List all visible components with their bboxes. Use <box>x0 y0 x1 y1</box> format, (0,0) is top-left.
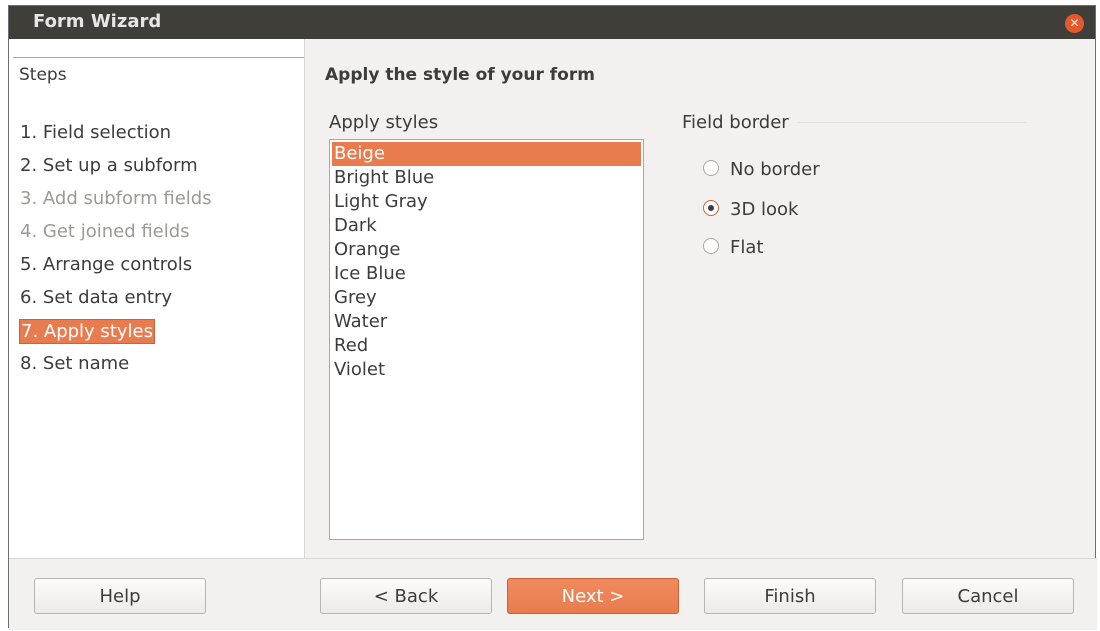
form-wizard-dialog: Form Wizard ✕ Steps 1. Field selection 2… <box>8 5 1097 630</box>
radio-button-icon[interactable] <box>703 160 719 176</box>
radio-button-selected-icon[interactable] <box>703 200 719 216</box>
radio-button-icon[interactable] <box>703 238 719 254</box>
steps-divider <box>13 57 304 58</box>
page-title: Apply the style of your form <box>325 65 595 85</box>
style-item-light-gray[interactable]: Light Gray <box>332 190 641 214</box>
title-bar: Form Wizard ✕ <box>9 6 1095 39</box>
back-button[interactable]: < Back <box>320 578 492 614</box>
step-apply-styles[interactable]: 7. Apply styles <box>19 319 155 344</box>
style-item-water[interactable]: Water <box>332 310 641 334</box>
styles-list-label: Apply styles <box>329 112 439 133</box>
cancel-button[interactable]: Cancel <box>902 578 1074 614</box>
step-get-joined-fields: 4. Get joined fields <box>20 221 190 242</box>
style-item-grey[interactable]: Grey <box>332 286 641 310</box>
main-pane: Apply the style of your form Apply style… <box>305 39 1097 558</box>
next-button[interactable]: Next > <box>507 578 679 614</box>
styles-listbox[interactable]: Beige Bright Blue Light Gray Dark Orange… <box>329 139 644 540</box>
style-item-ice-blue[interactable]: Ice Blue <box>332 262 641 286</box>
step-set-data-entry[interactable]: 6. Set data entry <box>19 286 173 309</box>
step-arrange-controls[interactable]: 5. Arrange controls <box>19 253 193 276</box>
button-bar: Help < Back Next > Finish Cancel <box>9 558 1097 630</box>
steps-title: Steps <box>19 65 67 85</box>
style-item-bright-blue[interactable]: Bright Blue <box>332 166 641 190</box>
close-icon[interactable]: ✕ <box>1065 14 1084 33</box>
style-item-red[interactable]: Red <box>332 334 641 358</box>
style-item-orange[interactable]: Orange <box>332 238 641 262</box>
step-field-selection[interactable]: 1. Field selection <box>19 121 172 144</box>
help-button[interactable]: Help <box>34 578 206 614</box>
field-border-label: Field border <box>682 112 789 133</box>
radio-3d-look[interactable]: 3D look <box>703 199 798 220</box>
steps-pane: Steps 1. Field selection 2. Set up a sub… <box>9 39 305 558</box>
window-title: Form Wizard <box>33 11 162 32</box>
step-set-up-subform[interactable]: 2. Set up a subform <box>19 154 199 177</box>
style-item-beige[interactable]: Beige <box>332 142 641 166</box>
radio-no-border[interactable]: No border <box>703 159 820 180</box>
radio-flat-label: Flat <box>730 237 764 258</box>
finish-button[interactable]: Finish <box>704 578 876 614</box>
step-add-subform-fields: 3. Add subform fields <box>20 188 212 209</box>
step-set-name[interactable]: 8. Set name <box>19 352 130 375</box>
radio-flat[interactable]: Flat <box>703 237 763 258</box>
field-border-divider <box>797 122 1027 123</box>
radio-3d-look-label: 3D look <box>730 199 799 220</box>
radio-no-border-label: No border <box>730 159 820 180</box>
style-item-violet[interactable]: Violet <box>332 358 641 382</box>
style-item-dark[interactable]: Dark <box>332 214 641 238</box>
